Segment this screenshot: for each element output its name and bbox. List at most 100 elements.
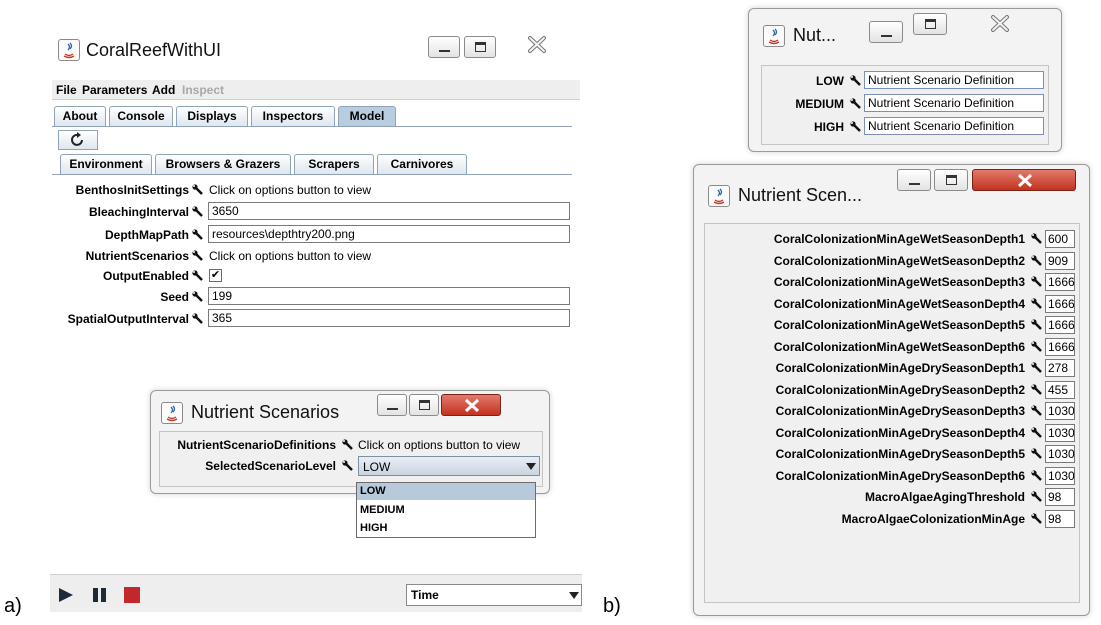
minimize-button[interactable] bbox=[377, 394, 407, 416]
maximize-button[interactable] bbox=[934, 169, 968, 191]
subtab-scrapers[interactable]: Scrapers bbox=[294, 154, 374, 174]
parameter-value-field[interactable]: 1666 bbox=[1045, 337, 1075, 356]
wrench-icon[interactable] bbox=[850, 98, 862, 110]
wrench-icon[interactable] bbox=[192, 270, 204, 282]
output-enabled-checkbox[interactable]: ✔ bbox=[209, 269, 222, 282]
time-select[interactable]: Time bbox=[406, 584, 582, 606]
parameter-label: MacroAlgaeColonizationMinAge bbox=[841, 511, 1025, 526]
parameter-label: CoralColonizationMinAgeDrySeasonDepth5 bbox=[775, 447, 1025, 461]
java-icon bbox=[161, 402, 183, 424]
close-button[interactable] bbox=[981, 13, 1031, 37]
play-icon[interactable] bbox=[58, 587, 74, 603]
seed-field[interactable]: 199 bbox=[208, 287, 570, 305]
depth-map-path-field[interactable]: resources\depthtry200.png bbox=[208, 225, 570, 243]
menu-add[interactable]: Add bbox=[152, 83, 175, 97]
wrench-icon[interactable] bbox=[1031, 362, 1043, 374]
parameter-value-field[interactable]: 455 bbox=[1045, 380, 1075, 399]
wrench-icon[interactable] bbox=[1031, 448, 1043, 460]
wrench-icon[interactable] bbox=[1031, 233, 1043, 245]
scenario-definition-field[interactable]: Nutrient Scenario Definition bbox=[864, 71, 1044, 89]
tab-displays[interactable]: Displays bbox=[176, 106, 248, 126]
parameter-value-field[interactable]: 98 bbox=[1045, 488, 1075, 506]
menu-file[interactable]: File bbox=[56, 83, 77, 97]
wrench-icon[interactable] bbox=[1031, 297, 1043, 310]
scenario-definition-field[interactable]: Nutrient Scenario Definition bbox=[864, 117, 1044, 135]
parameter-label: CoralColonizationMinAgeWetSeasonDepth4 bbox=[773, 296, 1025, 311]
refresh-icon bbox=[71, 132, 83, 146]
chevron-down-icon bbox=[569, 592, 579, 599]
parameter-value-field[interactable]: 1030 bbox=[1045, 423, 1075, 442]
wrench-icon[interactable] bbox=[1031, 254, 1043, 267]
parameter-value-field[interactable]: 909 bbox=[1045, 251, 1075, 270]
parameter-value-field[interactable]: 1030 bbox=[1045, 445, 1075, 463]
wrench-icon[interactable] bbox=[192, 206, 204, 218]
parameter-value-field[interactable]: 600 bbox=[1045, 230, 1075, 248]
minimize-button[interactable] bbox=[428, 36, 460, 58]
wrench-icon[interactable] bbox=[192, 250, 204, 262]
tab-about[interactable]: About bbox=[54, 106, 106, 126]
close-icon bbox=[464, 398, 480, 413]
subtab-carnivores[interactable]: Carnivores bbox=[377, 154, 467, 174]
parameter-label: MacroAlgaeAgingThreshold bbox=[864, 490, 1025, 504]
wrench-icon[interactable] bbox=[342, 460, 354, 472]
wrench-icon[interactable] bbox=[1031, 405, 1043, 417]
subtab-browsers-grazers[interactable]: Browsers & Grazers bbox=[155, 154, 291, 174]
scenario-level-select[interactable]: LOW bbox=[358, 456, 540, 476]
wrench-icon[interactable] bbox=[1031, 426, 1043, 439]
parameter-value-field[interactable]: 1030 bbox=[1045, 402, 1075, 420]
parameter-value-field[interactable]: 1666 bbox=[1045, 316, 1075, 334]
nutrient-scen-content: CoralColonizationMinAgeWetSeasonDepth1 60… bbox=[704, 223, 1080, 603]
wrench-icon[interactable] bbox=[1031, 512, 1043, 525]
scenario-definition-field[interactable]: Nutrient Scenario Definition bbox=[864, 94, 1044, 112]
tab-inspectors[interactable]: Inspectors bbox=[251, 106, 335, 126]
dropdown-option-medium[interactable]: MEDIUM bbox=[357, 502, 535, 519]
property-label: BenthosInitSettings bbox=[75, 183, 189, 197]
java-icon bbox=[708, 185, 730, 207]
wrench-icon[interactable] bbox=[192, 229, 204, 241]
wrench-icon[interactable] bbox=[192, 313, 204, 325]
subtab-environment[interactable]: Environment bbox=[60, 154, 152, 174]
parameter-value-field[interactable]: 98 bbox=[1045, 509, 1075, 528]
stop-icon[interactable] bbox=[124, 587, 140, 603]
spatial-output-interval-field[interactable]: 365 bbox=[208, 309, 570, 327]
parameter-value-field[interactable]: 278 bbox=[1045, 359, 1075, 377]
dropdown-option-low[interactable]: LOW bbox=[357, 483, 535, 500]
refresh-button[interactable] bbox=[58, 130, 98, 150]
minimize-button[interactable] bbox=[869, 21, 903, 43]
close-button[interactable] bbox=[441, 394, 501, 416]
wrench-icon[interactable] bbox=[1031, 340, 1043, 353]
menu-parameters[interactable]: Parameters bbox=[82, 83, 147, 97]
dropdown-option-high[interactable]: HIGH bbox=[357, 520, 535, 537]
wrench-icon[interactable] bbox=[1031, 491, 1043, 503]
pause-icon[interactable] bbox=[92, 587, 108, 603]
minimize-button[interactable] bbox=[897, 169, 931, 191]
parameter-label: CoralColonizationMinAgeWetSeasonDepth1 bbox=[773, 232, 1025, 246]
maximize-button[interactable] bbox=[913, 13, 947, 35]
wrench-icon[interactable] bbox=[850, 75, 862, 87]
close-button[interactable] bbox=[520, 34, 560, 60]
tab-model[interactable]: Model bbox=[338, 106, 396, 126]
tab-console[interactable]: Console bbox=[109, 106, 173, 126]
menu-bar: File Parameters Add Inspect bbox=[52, 80, 580, 100]
maximize-button[interactable] bbox=[409, 394, 439, 416]
parameter-value-field[interactable]: 1030 bbox=[1045, 466, 1075, 485]
property-label: BleachingInterval bbox=[88, 205, 189, 219]
wrench-icon[interactable] bbox=[1031, 276, 1043, 288]
wrench-icon[interactable] bbox=[192, 184, 204, 196]
scenario-label: LOW bbox=[816, 74, 844, 88]
wrench-icon[interactable] bbox=[1031, 383, 1043, 396]
menu-inspect[interactable]: Inspect bbox=[182, 83, 224, 97]
wrench-icon[interactable] bbox=[1031, 319, 1043, 331]
wrench-icon[interactable] bbox=[342, 439, 354, 451]
parameter-value-field[interactable]: 1666 bbox=[1045, 273, 1075, 291]
wrench-icon[interactable] bbox=[1031, 469, 1043, 482]
close-icon bbox=[991, 15, 1009, 32]
maximize-button[interactable] bbox=[464, 36, 496, 58]
wrench-icon[interactable] bbox=[850, 121, 862, 133]
close-button[interactable] bbox=[972, 169, 1076, 191]
property-label: SpatialOutputInterval bbox=[67, 312, 189, 326]
parameter-value-field[interactable]: 1666 bbox=[1045, 294, 1075, 313]
tab-divider bbox=[52, 126, 572, 127]
wrench-icon[interactable] bbox=[192, 291, 204, 303]
bleaching-interval-field[interactable]: 3650 bbox=[208, 202, 570, 220]
